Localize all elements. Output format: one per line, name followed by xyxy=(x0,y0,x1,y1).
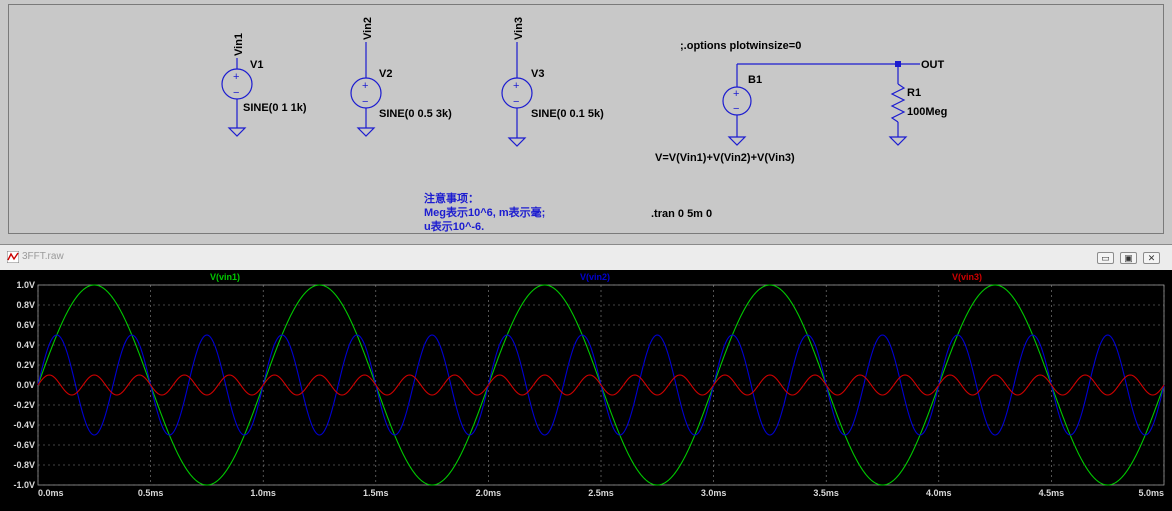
plot-background xyxy=(0,270,1172,511)
source-v3[interactable]: + − Vin3 V3 SINE(0 0.1 5k) xyxy=(501,17,604,147)
svg-text:+: + xyxy=(513,80,519,92)
ground-icon xyxy=(888,136,908,146)
note-comment[interactable]: 注意事项： Meg表示10^6, m表示毫; u表示10^-6. xyxy=(424,191,545,233)
y-tick-label: -0.2V xyxy=(13,400,35,410)
svg-text:−: − xyxy=(513,96,519,108)
note-line-1: 注意事项： xyxy=(424,191,479,205)
trace-label[interactable]: V(vin3) xyxy=(952,272,982,282)
x-tick-label: 2.5ms xyxy=(588,488,614,498)
restore-button[interactable]: ▣ xyxy=(1120,252,1137,264)
trace-label[interactable]: V(vin1) xyxy=(210,272,240,282)
ground-icon xyxy=(507,137,527,147)
x-tick-label: 3.0ms xyxy=(701,488,727,498)
schematic-canvas[interactable]: + − Vin1 V1 SINE(0 1 1k) + − Vin2 V2 SIN… xyxy=(0,0,1172,241)
x-tick-label: 5.0ms xyxy=(1138,488,1164,498)
window-titlebar[interactable]: 3FFT.raw ▭ ▣ ✕ xyxy=(0,245,1172,270)
source-v2[interactable]: + − Vin2 V2 SINE(0 0.5 3k) xyxy=(350,17,452,137)
net-label-vin2: Vin2 xyxy=(362,17,374,40)
svg-text:+: + xyxy=(233,71,239,83)
resistor-name: R1 xyxy=(907,87,921,99)
schematic-editor[interactable]: + − Vin1 V1 SINE(0 1 1k) + − Vin2 V2 SIN… xyxy=(0,0,1172,241)
resistor-value: 100Meg xyxy=(907,106,947,118)
y-tick-label: -0.6V xyxy=(13,440,35,450)
bsource-name: B1 xyxy=(748,74,762,86)
y-tick-label: 1.0V xyxy=(16,280,35,290)
y-tick-label: -0.4V xyxy=(13,420,35,430)
y-tick-label: 0.6V xyxy=(16,320,35,330)
svg-text:+: + xyxy=(362,80,368,92)
y-tick-label: 0.2V xyxy=(16,360,35,370)
y-tick-label: -1.0V xyxy=(13,480,35,490)
y-tick-label: -0.8V xyxy=(13,460,35,470)
window-title: 3FFT.raw xyxy=(22,251,64,262)
minimize-button[interactable]: ▭ xyxy=(1097,252,1114,264)
ground-icon xyxy=(227,127,247,137)
y-tick-label: 0.4V xyxy=(16,340,35,350)
x-tick-label: 4.0ms xyxy=(926,488,952,498)
x-tick-label: 4.5ms xyxy=(1039,488,1065,498)
svg-text:+: + xyxy=(733,88,739,100)
svg-text:−: − xyxy=(233,87,239,99)
svg-text:−: − xyxy=(362,96,368,108)
y-tick-label: 0.0V xyxy=(16,380,35,390)
tran-directive[interactable]: .tran 0 5m 0 xyxy=(651,208,712,220)
source-value-v1: SINE(0 1 1k) xyxy=(243,102,307,114)
net-label-vin1: Vin1 xyxy=(233,33,245,56)
x-tick-label: 3.5ms xyxy=(813,488,839,498)
options-directive[interactable]: ;.options plotwinsize=0 xyxy=(680,40,801,52)
ground-icon xyxy=(727,136,747,146)
note-line-3: u表示10^-6. xyxy=(424,219,484,233)
resistor-r1[interactable]: OUT R1 100Meg xyxy=(888,59,947,146)
note-line-2: Meg表示10^6, m表示毫; xyxy=(424,205,545,219)
x-tick-label: 0.5ms xyxy=(138,488,164,498)
x-tick-label: 2.0ms xyxy=(476,488,502,498)
net-label-vin3: Vin3 xyxy=(513,17,525,40)
source-value-v2: SINE(0 0.5 3k) xyxy=(379,108,452,120)
source-value-v3: SINE(0 0.1 5k) xyxy=(531,108,604,120)
ground-icon xyxy=(356,127,376,137)
out-net-label: OUT xyxy=(921,59,945,71)
source-name-v2: V2 xyxy=(379,68,392,80)
svg-text:−: − xyxy=(733,103,739,115)
x-tick-label: 1.5ms xyxy=(363,488,389,498)
x-tick-label: 0.0ms xyxy=(38,488,64,498)
bsource-expression: V=V(Vin1)+V(Vin2)+V(Vin3) xyxy=(655,152,795,164)
resistor-icon xyxy=(890,83,906,123)
close-button[interactable]: ✕ xyxy=(1143,252,1160,264)
waveform-icon xyxy=(7,251,19,263)
source-name-v3: V3 xyxy=(531,68,544,80)
bsource-b1[interactable]: + − B1 V=V(Vin1)+V(Vin2)+V(Vin3) xyxy=(655,63,898,164)
waveform-plot[interactable]: 1.0V 0.8V 0.6V 0.4V 0.2V 0.0V -0.2V -0.4V -0.6V -… xyxy=(0,270,1172,511)
x-tick-label: 1.0ms xyxy=(250,488,276,498)
trace-label[interactable]: V(vin2) xyxy=(580,272,610,282)
source-name-v1: V1 xyxy=(250,59,263,71)
y-tick-label: 0.8V xyxy=(16,300,35,310)
source-v1[interactable]: + − Vin1 V1 SINE(0 1 1k) xyxy=(221,33,307,137)
waveform-viewer-window[interactable]: 3FFT.raw ▭ ▣ ✕ 1.0V 0.8V 0.6V 0.4V 0.2V 0.0V -… xyxy=(0,244,1172,511)
